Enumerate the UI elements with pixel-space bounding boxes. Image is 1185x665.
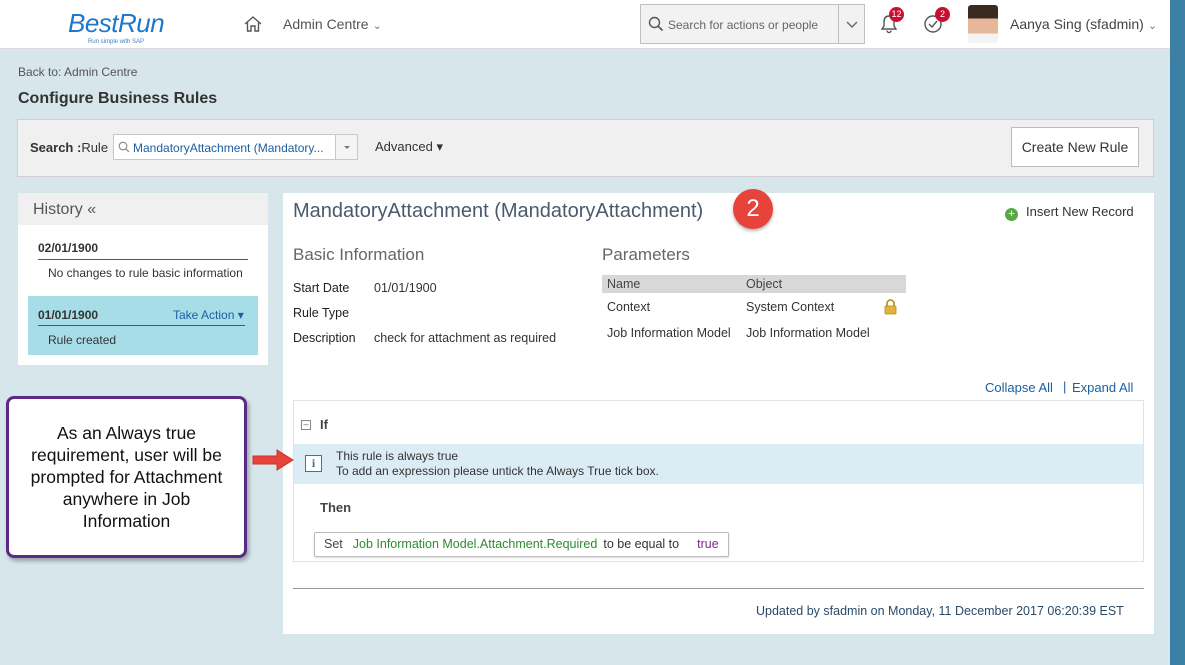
rule-select-value: MandatoryAttachment (Mandatory... <box>133 141 324 155</box>
start-date-value: 01/01/1900 <box>374 281 437 295</box>
admin-centre-menu[interactable]: Admin Centre ⌄ <box>283 16 382 32</box>
set-statement[interactable]: Set Job Information Model.Attachment.Requ… <box>314 532 729 557</box>
if-label: If <box>320 417 328 432</box>
collapse-all-link[interactable]: Collapse All <box>985 380 1053 395</box>
divider <box>38 259 248 260</box>
callout-text: As an Always true requirement, user will… <box>30 423 223 531</box>
logo-tagline: Run simple with SAP <box>88 39 145 45</box>
create-new-rule-button[interactable]: Create New Rule <box>1011 127 1139 167</box>
parameters-heading: Parameters <box>602 245 690 264</box>
search-dropdown-button[interactable] <box>838 5 864 43</box>
rule-select[interactable]: MandatoryAttachment (Mandatory... <box>113 134 358 160</box>
right-edge-strip <box>1170 0 1185 665</box>
basic-information-heading: Basic Information <box>293 245 425 264</box>
parameter-object: System Context <box>746 300 835 314</box>
start-date-label: Start Date <box>293 281 350 295</box>
lock-icon <box>884 299 897 315</box>
caret-down-icon: ▾ <box>436 139 443 154</box>
history-entry-description: No changes to rule basic information <box>48 266 243 280</box>
avatar[interactable] <box>968 5 998 43</box>
logo-text: BestRun <box>68 8 165 38</box>
take-action-label: Take Action <box>173 308 235 322</box>
link-separator: | <box>1063 379 1067 394</box>
set-value[interactable]: true <box>697 537 719 551</box>
rule-select-dropdown[interactable] <box>335 135 357 159</box>
arrow-right-icon <box>252 449 294 471</box>
chevron-down-icon: ⌄ <box>372 20 382 32</box>
home-icon[interactable] <box>243 14 263 34</box>
description-label: Description <box>293 331 356 345</box>
rule-type-label: Rule Type <box>293 306 350 320</box>
history-header[interactable]: History « <box>18 193 268 225</box>
global-search-input[interactable]: Search for actions or people <box>640 4 865 44</box>
search-label-rule: Rule <box>81 140 109 155</box>
back-link[interactable]: Back to: Admin Centre <box>18 65 137 79</box>
user-name-label: Aanya Sing (sfadmin) <box>1010 16 1144 32</box>
info-message-line: This rule is always true <box>336 449 459 463</box>
divider <box>293 588 1144 589</box>
search-icon <box>648 16 664 32</box>
advanced-label: Advanced <box>375 139 433 154</box>
expand-all-link[interactable]: Expand All <box>1072 380 1133 395</box>
last-updated-text: Updated by sfadmin on Monday, 11 Decembe… <box>756 604 1124 618</box>
chevron-down-icon <box>846 21 858 28</box>
history-panel: History « 02/01/1900 No changes to rule … <box>18 193 268 365</box>
collapse-toggle-icon[interactable]: – <box>301 420 311 430</box>
always-true-info-message: i This rule is always true To add an exp… <box>294 444 1143 484</box>
column-header-object: Object <box>746 277 783 291</box>
parameters-table-header: Name Object <box>602 275 906 293</box>
notifications-badge: 12 <box>889 7 904 22</box>
parameter-name: Context <box>607 300 651 314</box>
set-keyword: Set <box>324 537 343 551</box>
user-menu[interactable]: Aanya Sing (sfadmin) ⌄ <box>1010 16 1157 32</box>
annotation-callout: As an Always true requirement, user will… <box>6 396 247 558</box>
caret-down-icon <box>344 146 350 149</box>
todo-badge: 2 <box>935 7 950 22</box>
plus-circle-icon: + <box>1005 208 1018 221</box>
search-placeholder: Search for actions or people <box>668 18 819 32</box>
history-entry-description: Rule created <box>48 333 117 347</box>
set-field[interactable]: Job Information Model.Attachment.Require… <box>353 537 598 551</box>
rule-condition-block: – If i This rule is always true To add a… <box>293 400 1144 562</box>
step-number-badge: 2 <box>733 189 773 229</box>
parameter-name: Job Information Model <box>607 326 731 340</box>
company-logo[interactable]: BestRun Run simple with SAP <box>68 8 165 45</box>
insert-new-record-link[interactable]: + Insert New Record <box>1005 204 1134 221</box>
caret-down-icon: ▾ <box>237 308 244 322</box>
admin-centre-label: Admin Centre <box>283 16 369 32</box>
take-action-menu[interactable]: Take Action ▾ <box>173 308 244 322</box>
parameter-object: Job Information Model <box>746 326 870 340</box>
description-value: check for attachment as required <box>374 331 557 345</box>
history-entry-date: 01/01/1900 <box>38 308 99 322</box>
history-title: History « <box>33 201 97 218</box>
rule-title: MandatoryAttachment (MandatoryAttachment… <box>293 200 704 222</box>
column-header-name: Name <box>607 277 641 291</box>
top-bar: BestRun Run simple with SAP Admin Centre… <box>0 0 1170 49</box>
rule-search-bar: Search :Rule MandatoryAttachment (Mandat… <box>17 119 1154 177</box>
search-icon <box>118 141 130 153</box>
page-title: Configure Business Rules <box>18 90 218 107</box>
advanced-search-toggle[interactable]: Advanced ▾ <box>375 139 443 155</box>
search-label-bold: Search : <box>30 140 82 155</box>
chevron-down-icon: ⌄ <box>1147 20 1158 32</box>
insert-new-record-label: Insert New Record <box>1026 204 1134 219</box>
history-entry-date: 02/01/1900 <box>38 241 99 255</box>
search-label: Search :Rule <box>30 140 108 155</box>
rule-detail-panel: MandatoryAttachment (MandatoryAttachment… <box>283 189 1154 634</box>
then-label: Then <box>320 500 352 515</box>
divider <box>38 325 245 326</box>
info-message-line: To add an expression please untick the A… <box>336 464 659 478</box>
set-operator[interactable]: to be equal to <box>603 537 679 551</box>
history-entry-selected[interactable]: 01/01/1900 Take Action ▾ Rule created <box>28 296 258 355</box>
info-icon: i <box>305 455 322 472</box>
